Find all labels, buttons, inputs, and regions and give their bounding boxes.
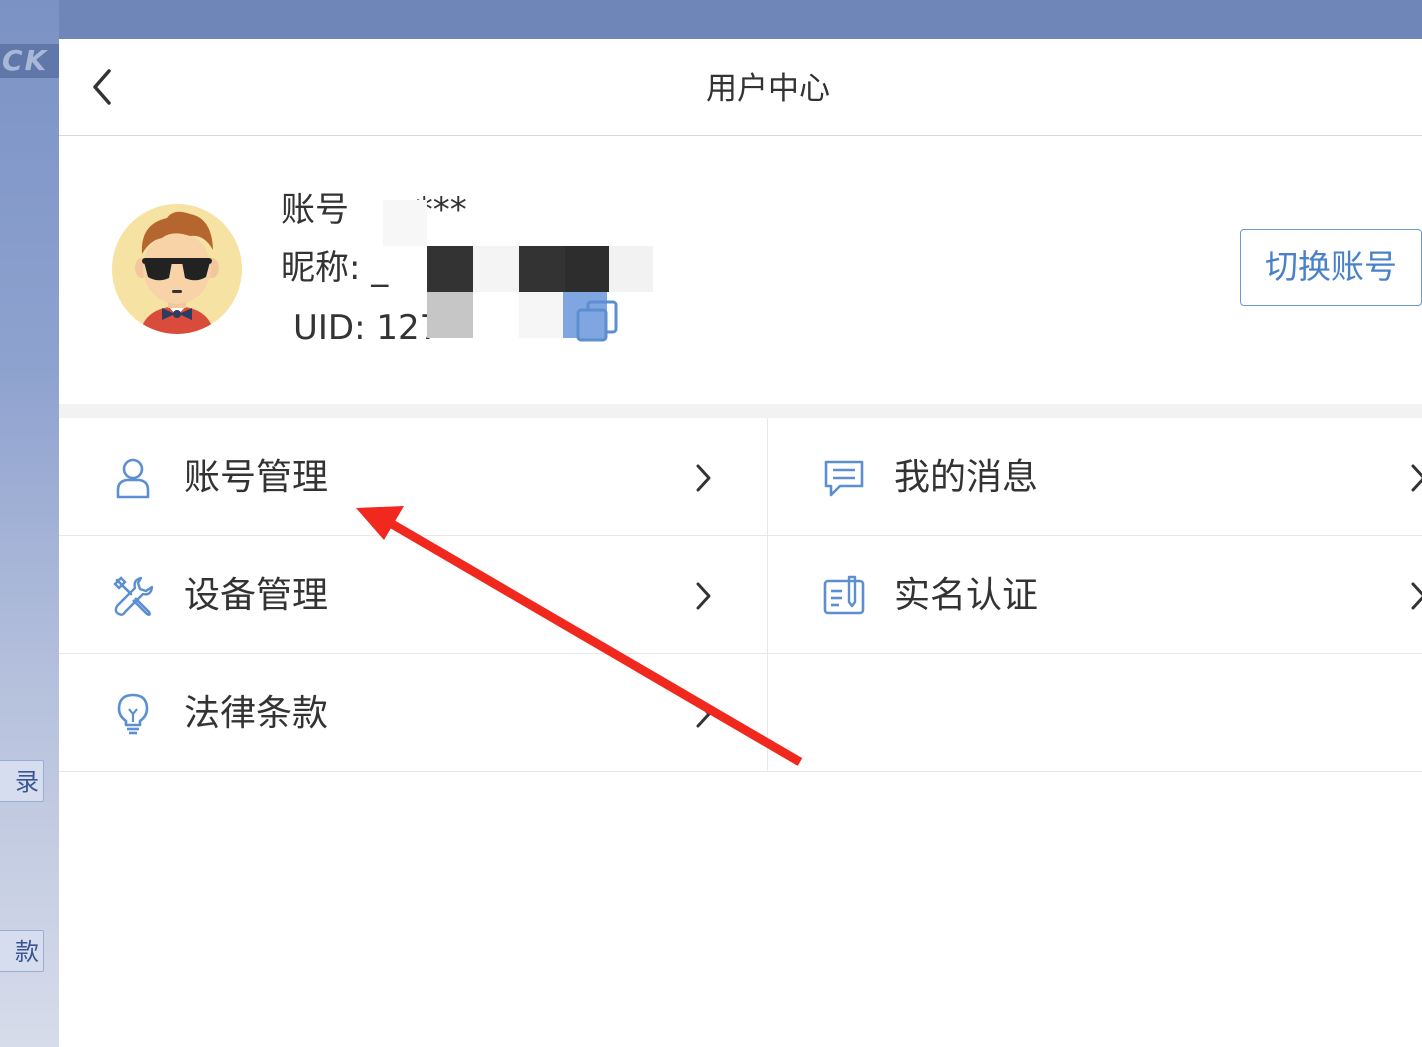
background-side-button-1[interactable]: 录 <box>0 760 44 802</box>
account-label: 账号 <box>281 190 349 230</box>
chevron-right-icon <box>696 700 711 728</box>
background-side-button-2[interactable]: 款 <box>0 930 44 972</box>
dialog-header: 用户中心 <box>59 39 1422 136</box>
menu-item-legal-terms[interactable]: 法律条款 <box>59 654 768 772</box>
user-icon <box>116 458 150 499</box>
background-top-bar <box>0 0 1422 39</box>
menu-item-empty <box>768 654 1422 772</box>
uid-line: UID: 127 <box>293 306 441 350</box>
message-icon <box>824 460 864 497</box>
section-divider <box>59 404 1422 418</box>
background-game-panel: CK 录 款 <box>0 0 59 1047</box>
menu-item-account-management[interactable]: 账号管理 <box>59 418 768 536</box>
nickname-line: 昵称: _ <box>281 246 388 290</box>
chevron-right-icon <box>696 582 711 610</box>
menu-label: 我的消息 <box>894 457 1039 498</box>
avatar <box>112 204 242 334</box>
chevron-right-icon <box>696 464 711 492</box>
menu-label: 法律条款 <box>184 693 329 734</box>
menu-label: 实名认证 <box>894 575 1039 616</box>
user-center-dialog: 用户中心 账号 o*** 昵称: _ UID: 127 切换账号 账号管理 我的… <box>59 39 1422 1041</box>
copy-icon <box>576 300 618 342</box>
menu-item-real-name-verification[interactable]: 实名认证 <box>768 536 1422 654</box>
menu-item-device-management[interactable]: 设备管理 <box>59 536 768 654</box>
menu-item-my-messages[interactable]: 我的消息 <box>768 418 1422 536</box>
uid-label: UID: <box>293 308 366 348</box>
tools-icon <box>113 576 154 616</box>
copy-uid-button[interactable] <box>574 296 622 344</box>
background-logo-text: CK <box>0 44 59 78</box>
menu-label: 账号管理 <box>184 457 329 498</box>
account-line: 账号 o*** <box>281 188 467 232</box>
page-title: 用户中心 <box>706 71 830 107</box>
cartoon-avatar-icon <box>112 204 242 334</box>
profile-section: 账号 o*** 昵称: _ UID: 127 切换账号 <box>59 136 1422 402</box>
lightbulb-icon <box>117 693 149 735</box>
switch-account-button[interactable]: 切换账号 <box>1240 229 1422 306</box>
menu-label: 设备管理 <box>184 575 329 616</box>
chevron-right-icon <box>1411 464 1422 492</box>
id-card-icon <box>823 575 865 615</box>
chevron-right-icon <box>1411 582 1422 610</box>
nickname-label: 昵称: <box>281 248 361 288</box>
nickname-value: _ <box>371 248 389 288</box>
